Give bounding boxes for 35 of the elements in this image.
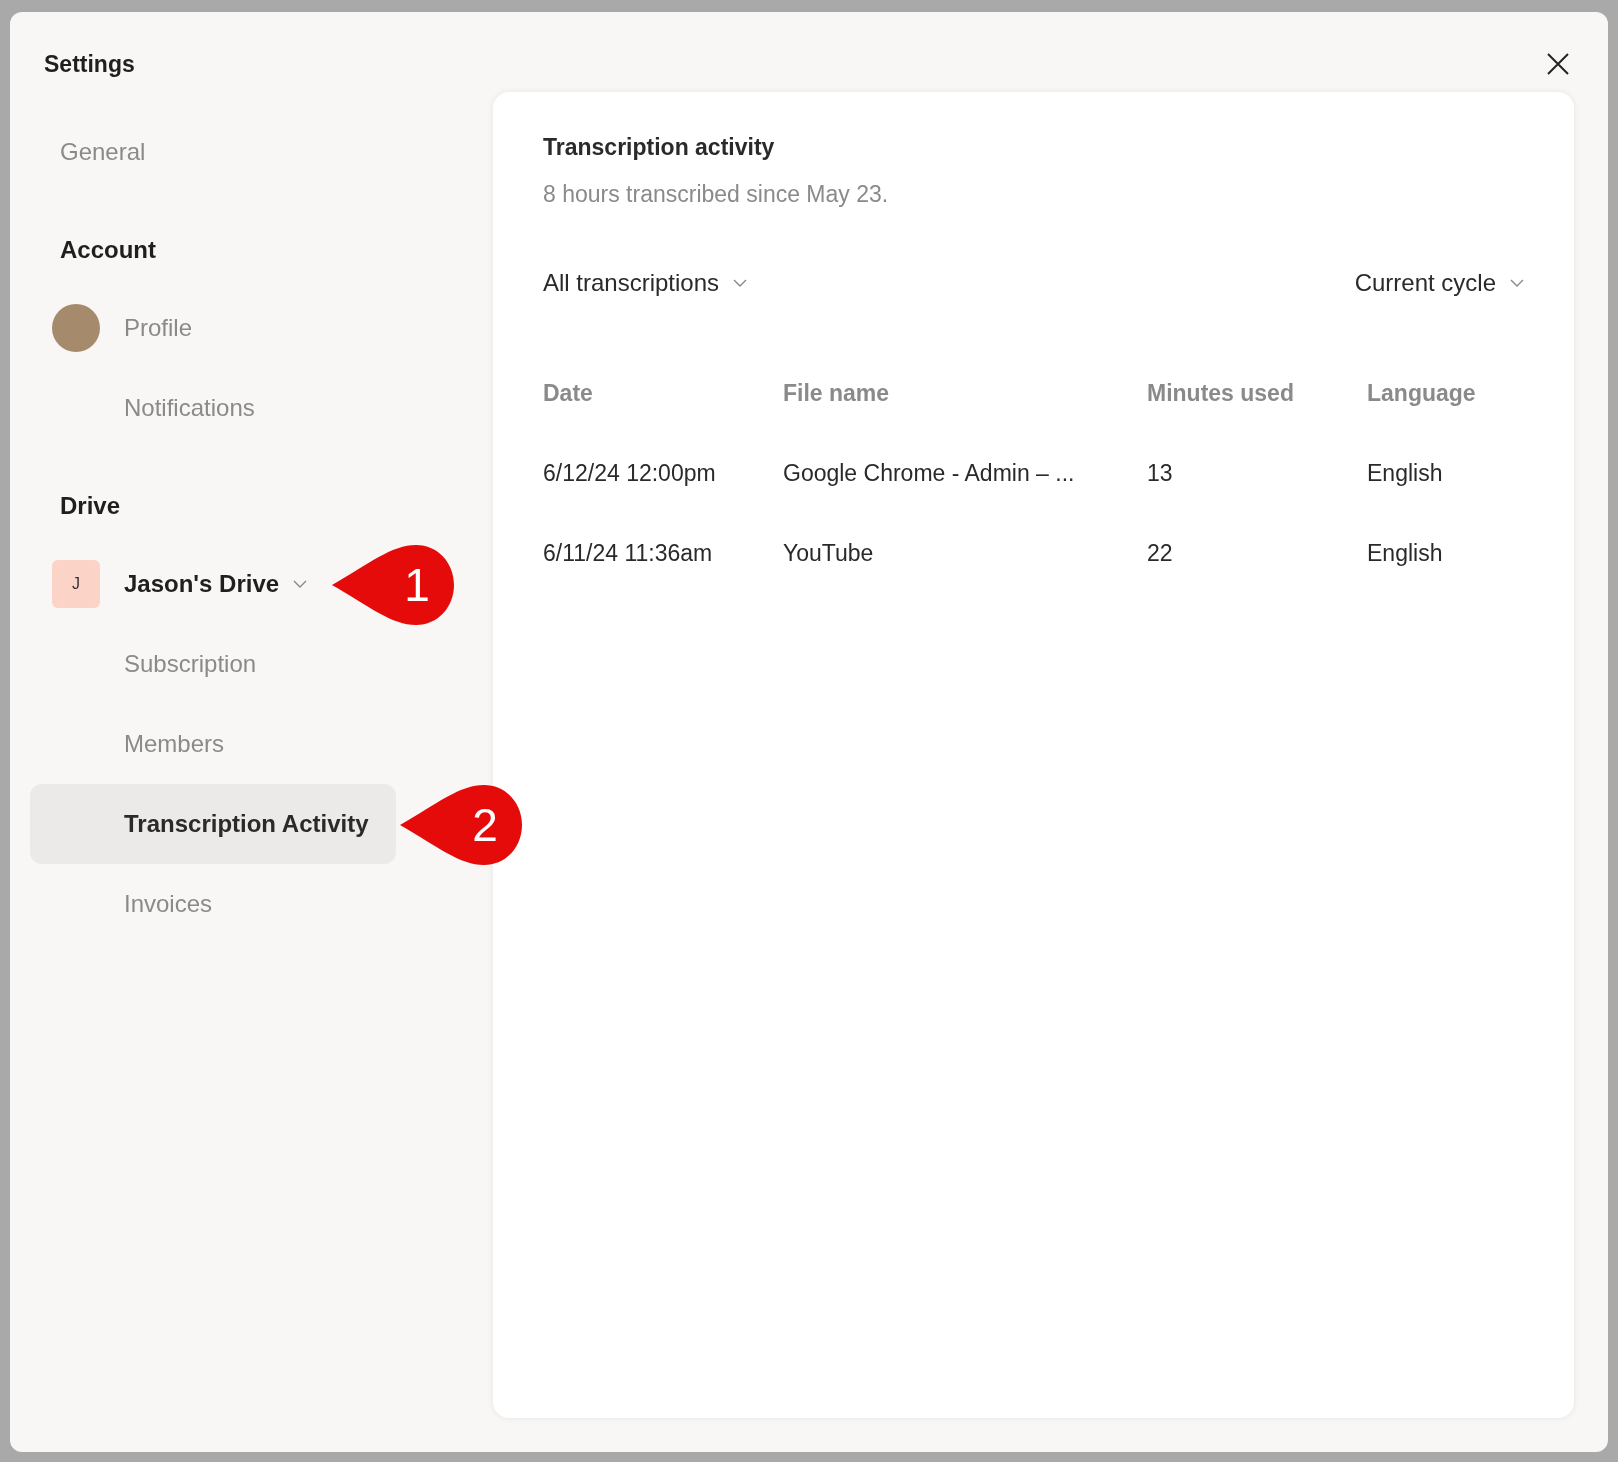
table-cell-text: English xyxy=(1367,458,1444,488)
table-cell-text: English xyxy=(1367,538,1444,568)
drive-initial-badge: J xyxy=(52,560,100,608)
avatar-icon xyxy=(52,304,100,352)
sidebar-item[interactable]: Subscription xyxy=(30,624,396,704)
sidebar-item[interactable]: Notifications xyxy=(30,368,396,448)
column-header: Minutes used xyxy=(1147,378,1295,408)
sidebar-item[interactable]: Transcription Activity xyxy=(30,784,396,864)
section-title: Transcription activity xyxy=(543,133,776,162)
section-subtitle: 8 hours transcribed since May 23. xyxy=(543,179,890,209)
column-header: File name xyxy=(783,378,891,408)
chevron-down-icon xyxy=(733,279,748,287)
window-title: Settings xyxy=(44,49,135,79)
chevron-down-icon xyxy=(1510,279,1524,287)
callout-marker: 2 xyxy=(398,783,524,867)
section-heading: Account xyxy=(59,235,157,265)
sidebar-item[interactable]: Members xyxy=(30,704,396,784)
table-cell-text: Google Chrome - Admin – ... xyxy=(783,458,1076,488)
table-cell-text: 6/11/24 11:36am xyxy=(543,538,714,568)
table-cell-text: YouTube xyxy=(783,538,875,568)
column-header: Language xyxy=(1367,378,1477,408)
filter-dropdown[interactable]: Current cycle xyxy=(1354,265,1524,301)
sidebar-item[interactable]: Invoices xyxy=(30,864,396,944)
table-cell-text: 22 xyxy=(1147,538,1174,568)
column-header: Date xyxy=(543,378,594,408)
chevron-down-icon xyxy=(293,580,308,588)
drive-name: Jason's Drive xyxy=(124,569,280,599)
callout-marker: 1 xyxy=(330,543,456,627)
sidebar-item[interactable]: General xyxy=(30,112,396,192)
filter-dropdown[interactable]: All transcriptions xyxy=(543,265,748,301)
drive-selector[interactable]: J Jason's Drive xyxy=(30,544,308,624)
sidebar-item[interactable]: Profile xyxy=(30,288,396,368)
section-heading: Drive xyxy=(59,491,122,521)
table-cell-text: 13 xyxy=(1147,458,1174,488)
table-cell-text: 6/12/24 12:00pm xyxy=(543,458,717,488)
